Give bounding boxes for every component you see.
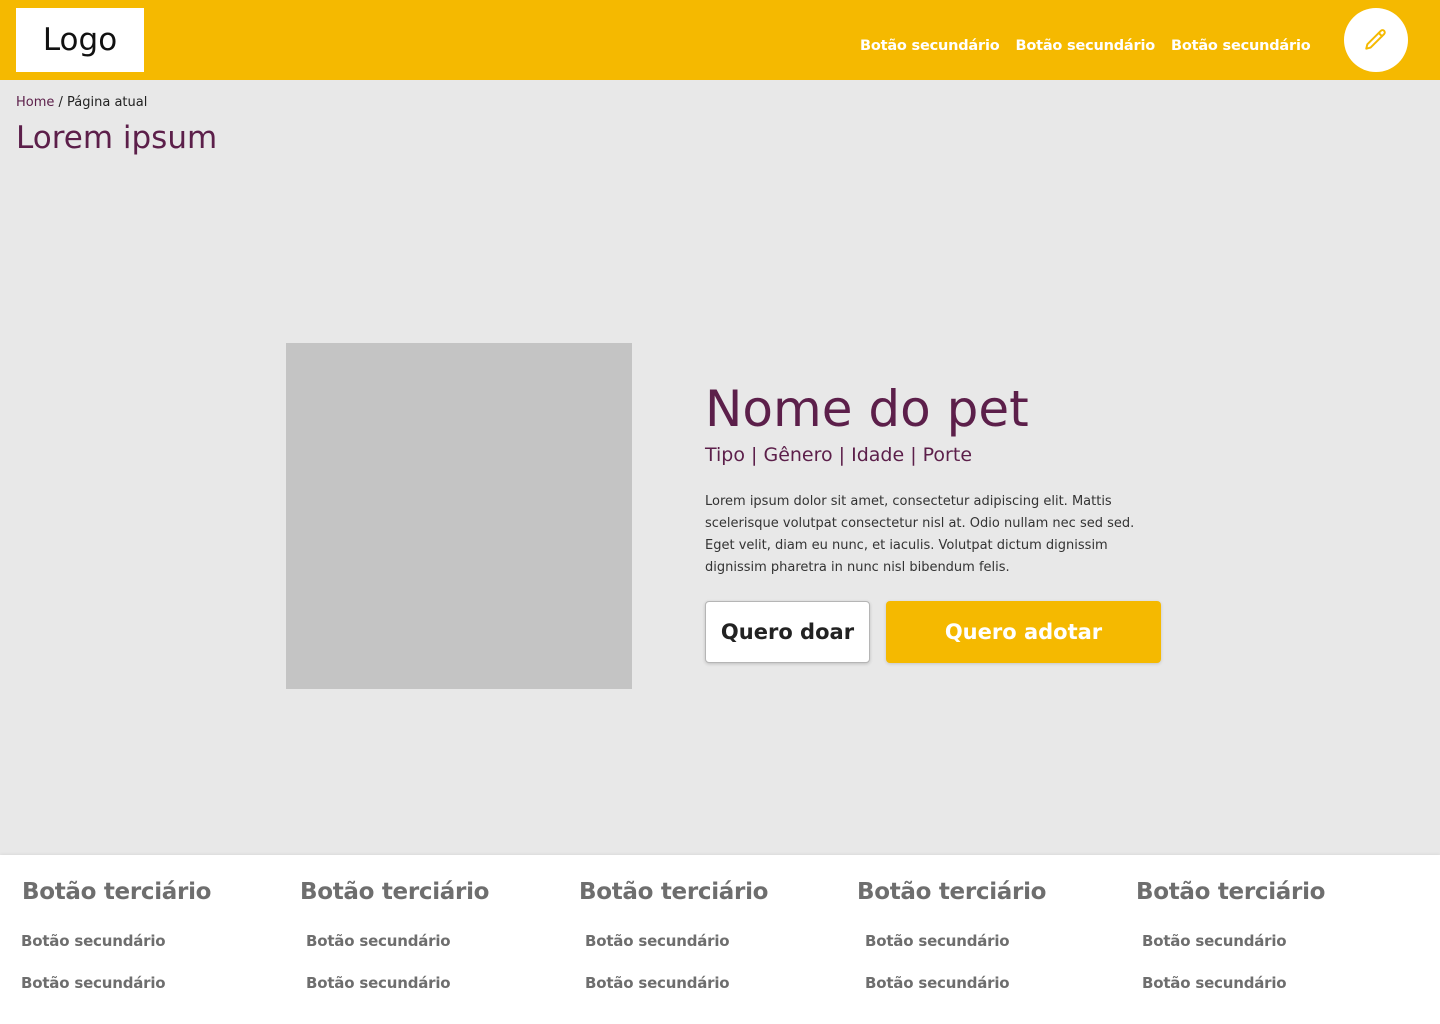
nav-link-1[interactable]: Botão secundário bbox=[860, 38, 1000, 54]
breadcrumb: Home / Página atual bbox=[16, 95, 147, 110]
footer-link-1-1[interactable]: Botão secundário bbox=[21, 932, 166, 950]
main-nav: Botão secundário Botão secundário Botão … bbox=[860, 38, 1311, 54]
pet-name: Nome do pet bbox=[705, 380, 1029, 438]
donate-button[interactable]: Quero doar bbox=[705, 601, 870, 663]
nav-link-2[interactable]: Botão secundário bbox=[1016, 38, 1156, 54]
pencil-icon bbox=[1365, 29, 1386, 50]
nav-link-3[interactable]: Botão secundário bbox=[1171, 38, 1311, 54]
footer-link-4-1[interactable]: Botão secundário bbox=[865, 932, 1010, 950]
logo[interactable]: Logo bbox=[16, 8, 144, 72]
footer-heading-5[interactable]: Botão terciário bbox=[1136, 879, 1325, 905]
pet-image bbox=[286, 343, 632, 689]
footer-link-3-2[interactable]: Botão secundário bbox=[585, 974, 730, 992]
pet-description: Lorem ipsum dolor sit amet, consectetur … bbox=[705, 494, 1135, 575]
header: Logo Botão secundário Botão secundário B… bbox=[0, 0, 1440, 80]
footer-link-5-1[interactable]: Botão secundário bbox=[1142, 932, 1287, 950]
adopt-button[interactable]: Quero adotar bbox=[886, 601, 1161, 663]
footer-link-2-2[interactable]: Botão secundário bbox=[306, 974, 451, 992]
footer-link-3-1[interactable]: Botão secundário bbox=[585, 932, 730, 950]
edit-button[interactable] bbox=[1344, 8, 1408, 72]
footer-heading-4[interactable]: Botão terciário bbox=[857, 879, 1046, 905]
pet-meta: Tipo | Gênero | Idade | Porte bbox=[705, 444, 973, 466]
footer-heading-3[interactable]: Botão terciário bbox=[579, 879, 768, 905]
footer: Botão terciário Botão secundário Botão s… bbox=[0, 855, 1440, 1024]
breadcrumb-current: Página atual bbox=[67, 95, 148, 110]
breadcrumb-separator: / bbox=[54, 95, 68, 110]
footer-link-2-1[interactable]: Botão secundário bbox=[306, 932, 451, 950]
footer-heading-1[interactable]: Botão terciário bbox=[22, 879, 211, 905]
page-title: Lorem ipsum bbox=[16, 120, 218, 156]
footer-link-1-2[interactable]: Botão secundário bbox=[21, 974, 166, 992]
footer-link-5-2[interactable]: Botão secundário bbox=[1142, 974, 1287, 992]
breadcrumb-home[interactable]: Home bbox=[16, 95, 54, 110]
footer-link-4-2[interactable]: Botão secundário bbox=[865, 974, 1010, 992]
footer-heading-2[interactable]: Botão terciário bbox=[300, 879, 489, 905]
